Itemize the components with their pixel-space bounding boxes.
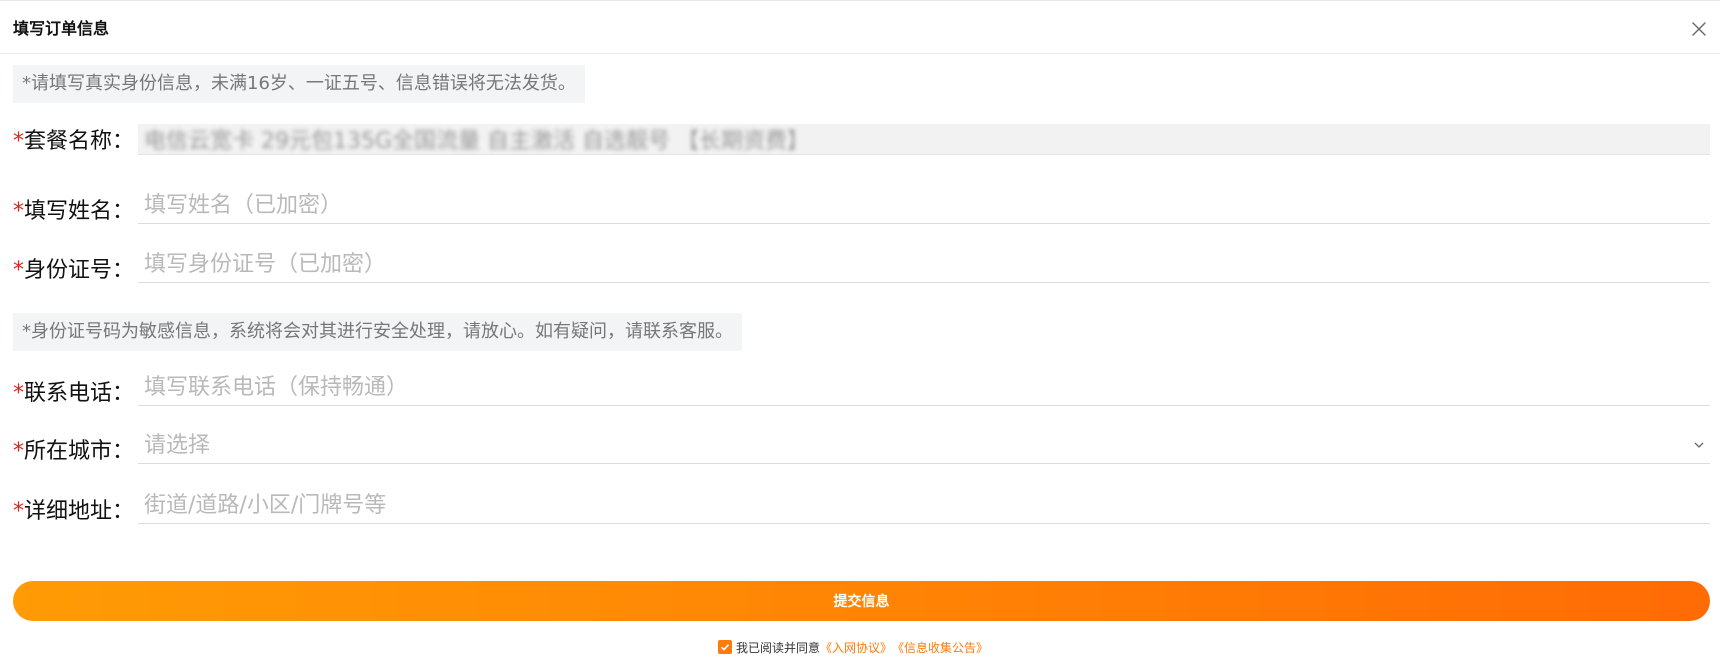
plan-row: *套餐名称： 电信云宽卡 29元包135G全国流量 自主激活 自选靓号 【长期资… bbox=[13, 123, 1710, 163]
required-mark: * bbox=[13, 499, 24, 524]
check-icon bbox=[720, 644, 730, 651]
chevron-down-icon bbox=[1692, 438, 1706, 452]
required-mark: * bbox=[13, 199, 24, 224]
name-input[interactable] bbox=[138, 188, 1710, 223]
notice-real-info: *请填写真实身份信息，未满16岁、一证五号、信息错误将无法发货。 bbox=[13, 65, 585, 103]
address-input[interactable] bbox=[138, 488, 1710, 523]
address-field bbox=[138, 488, 1710, 524]
agreement-row: 我已阅读并同意 《入网协议》 《信息收集公告》 bbox=[718, 637, 988, 657]
id-field bbox=[138, 247, 1710, 283]
info-collection-notice-link[interactable]: 《信息收集公告》 bbox=[892, 639, 988, 656]
required-mark: * bbox=[13, 258, 24, 283]
address-row: *详细地址： bbox=[13, 488, 1710, 533]
id-number-input[interactable] bbox=[138, 247, 1710, 282]
notice-sensitive-info: *身份证号码为敏感信息，系统将会对其进行安全处理，请放心。如有疑问，请联系客服。 bbox=[13, 313, 742, 351]
city-label: *所在城市： bbox=[13, 439, 135, 464]
plan-value: 电信云宽卡 29元包135G全国流量 自主激活 自选靓号 【长期资费】 bbox=[144, 129, 810, 154]
required-mark: * bbox=[13, 439, 24, 464]
required-mark: * bbox=[13, 129, 24, 154]
phone-field bbox=[138, 370, 1710, 406]
id-row: *身份证号： bbox=[13, 247, 1710, 292]
phone-row: *联系电话： bbox=[13, 370, 1710, 415]
dialog-header: 填写订单信息 bbox=[0, 4, 1720, 54]
plan-label: *套餐名称： bbox=[13, 129, 135, 154]
agreement-checkbox[interactable] bbox=[718, 640, 732, 654]
address-label: *详细地址： bbox=[13, 499, 135, 524]
city-select[interactable]: 请选择 bbox=[138, 428, 1710, 464]
id-label: *身份证号： bbox=[13, 258, 135, 283]
close-icon bbox=[1692, 22, 1706, 36]
phone-label: *联系电话： bbox=[13, 381, 135, 406]
dialog-title: 填写订单信息 bbox=[13, 19, 110, 38]
name-row: *填写姓名： bbox=[13, 188, 1710, 233]
close-button[interactable] bbox=[1688, 18, 1710, 40]
city-select-placeholder: 请选择 bbox=[144, 433, 211, 458]
city-row: *所在城市： 请选择 bbox=[13, 433, 1710, 473]
name-label: *填写姓名： bbox=[13, 199, 135, 224]
required-mark: * bbox=[13, 381, 24, 406]
agreement-text: 我已阅读并同意 bbox=[736, 640, 821, 655]
network-agreement-link[interactable]: 《入网协议》 bbox=[820, 639, 892, 656]
plan-field: 电信云宽卡 29元包135G全国流量 自主激活 自选靓号 【长期资费】 bbox=[138, 124, 1710, 155]
submit-button[interactable]: 提交信息 bbox=[13, 581, 1710, 621]
name-field bbox=[138, 188, 1710, 224]
order-info-dialog: 填写订单信息 *请填写真实身份信息，未满16岁、一证五号、信息错误将无法发货。 … bbox=[0, 0, 1720, 665]
phone-input[interactable] bbox=[138, 370, 1710, 405]
